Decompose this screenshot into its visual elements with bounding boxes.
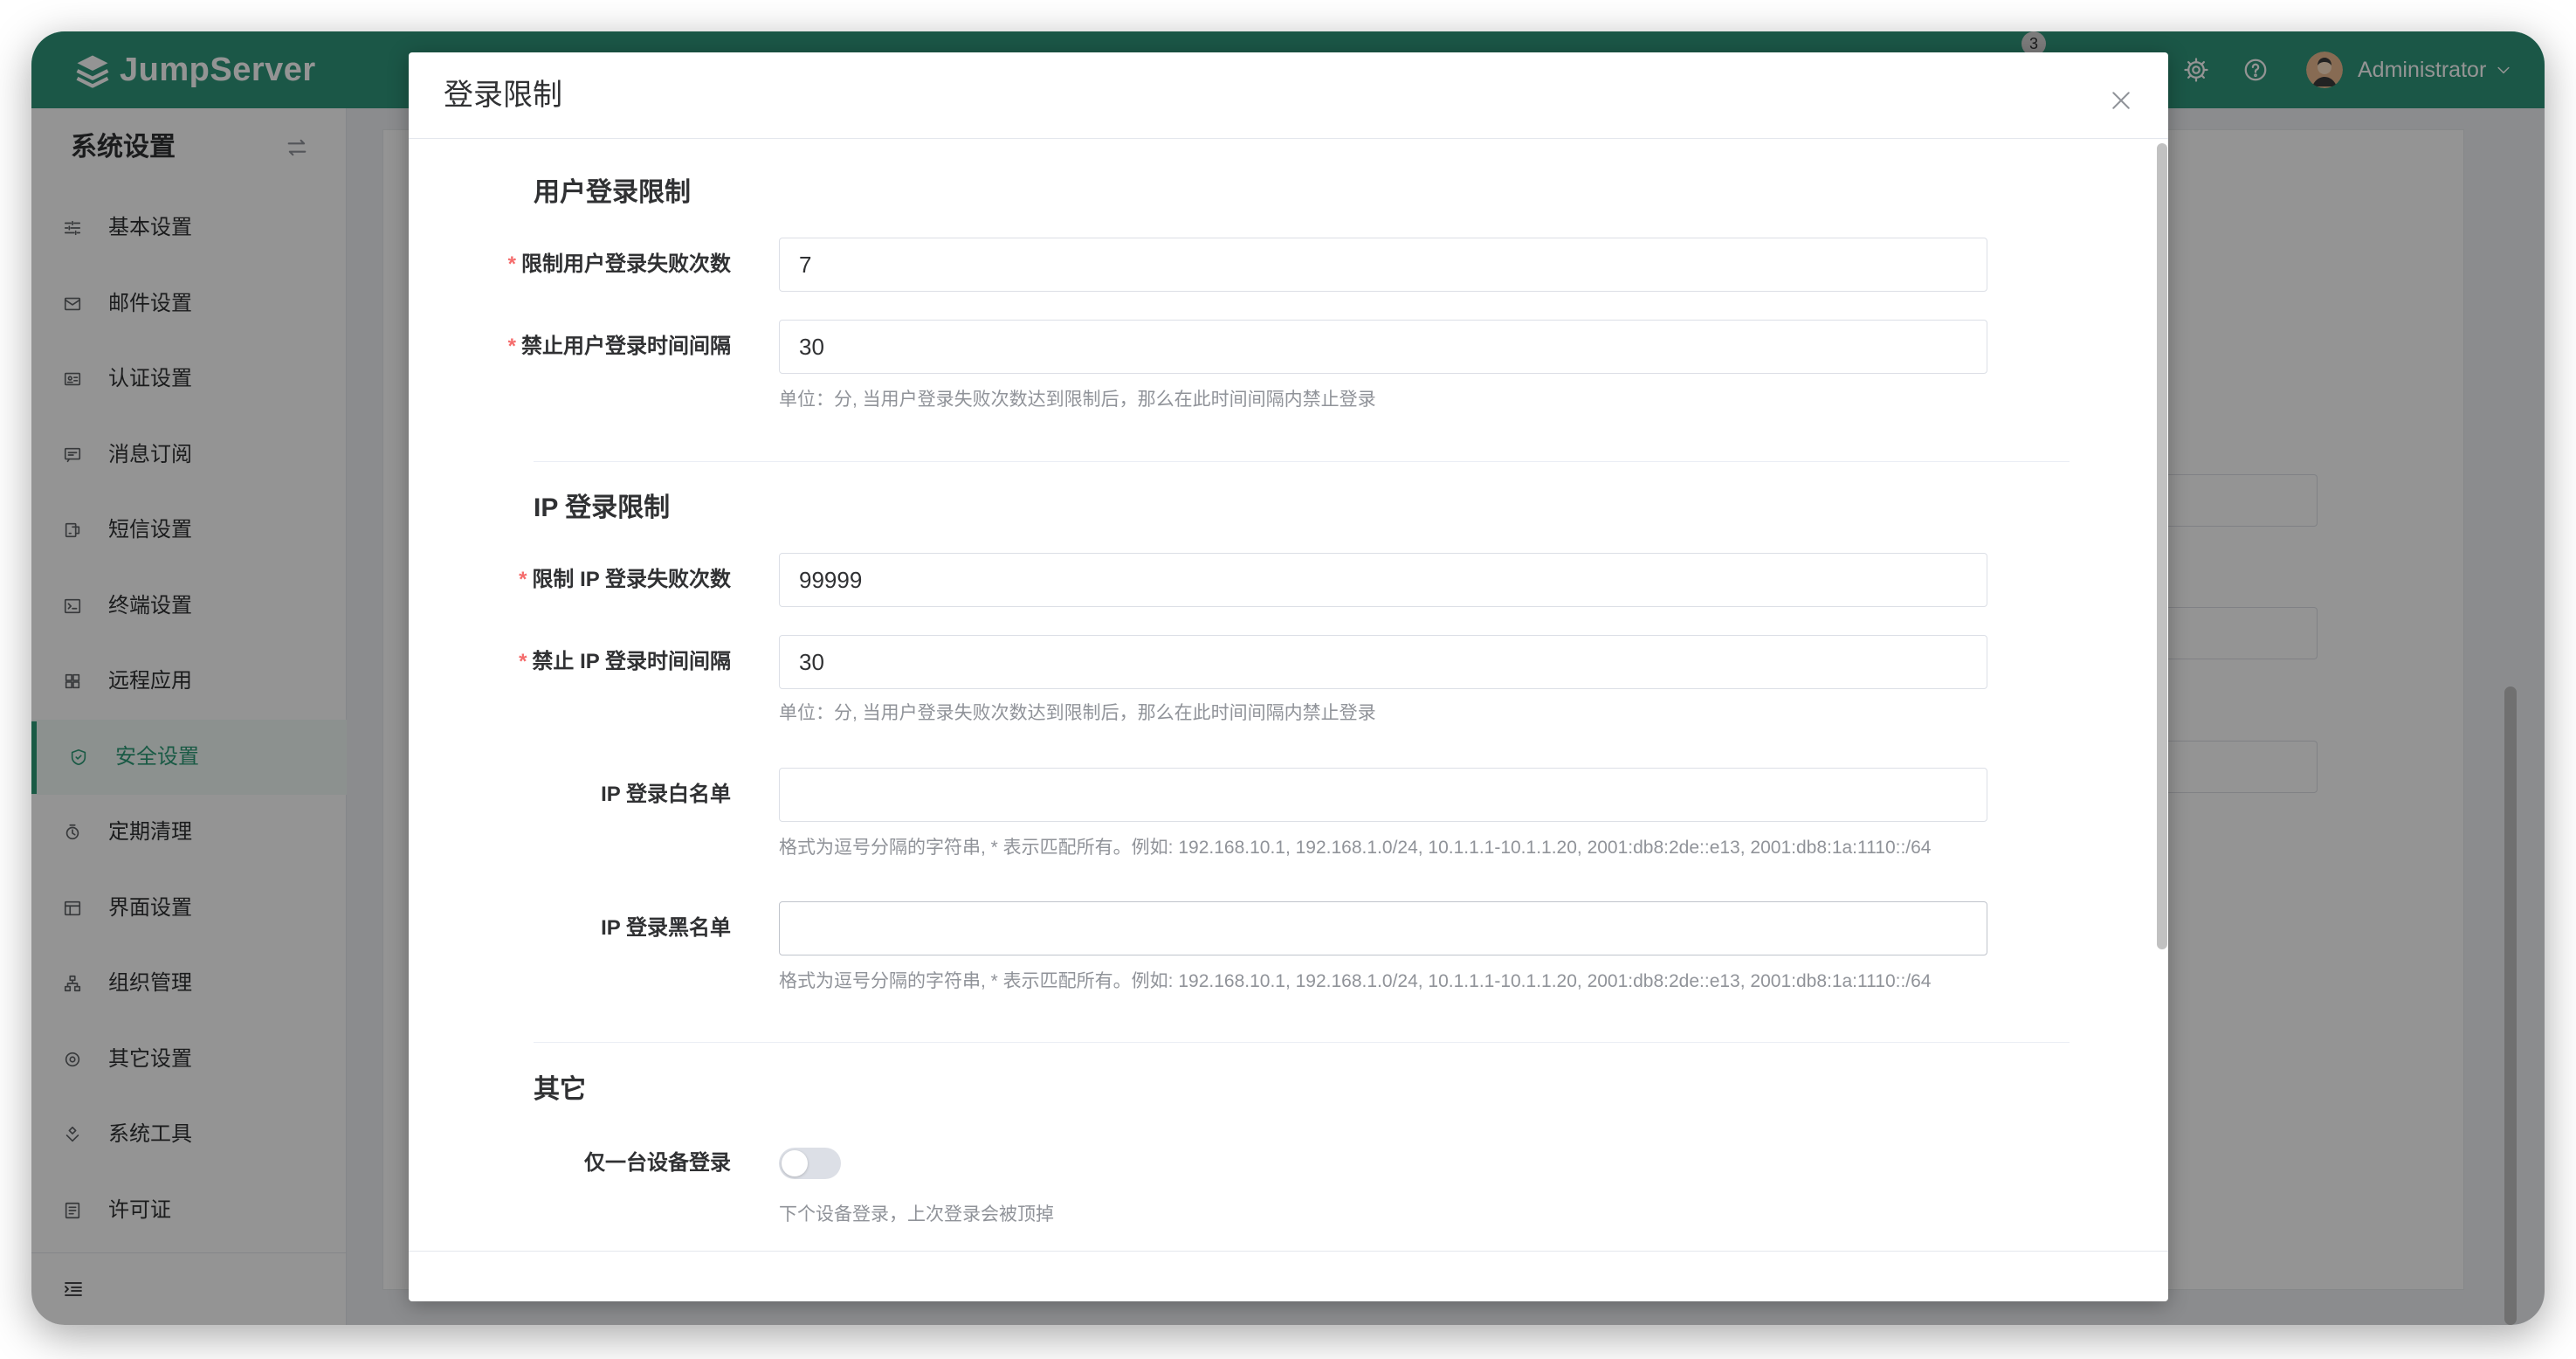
dialog-title: 登录限制	[444, 79, 562, 112]
required-mark: *	[507, 252, 516, 276]
ip-whitelist-label: IP 登录白名单	[601, 783, 731, 806]
ip-blacklist-label: IP 登录黑名单	[601, 916, 731, 940]
user-block-interval-help: 单位：分, 当用户登录失败次数达到限制后，那么在此时间间隔内禁止登录	[779, 390, 1376, 410]
close-icon[interactable]	[2108, 87, 2134, 114]
login-limit-dialog: 登录限制 用户登录限制 *限制用户登录失败次数 *禁止用户登录时间间隔 单位：分…	[409, 52, 2168, 1301]
single-device-help: 下个设备登录，上次登录会被顶掉	[779, 1204, 1054, 1224]
ip-whitelist-help: 格式为逗号分隔的字符串, * 表示匹配所有。例如: 192.168.10.1, …	[779, 838, 1932, 858]
ip-blacklist-input[interactable]	[779, 901, 1987, 955]
ip-block-interval-input[interactable]	[779, 635, 1987, 689]
dialog-footer	[409, 1251, 2168, 1301]
single-device-label: 仅一台设备登录	[584, 1151, 731, 1175]
section-title-other: 其它	[534, 1075, 586, 1104]
dialog-scrollbar[interactable]	[2157, 143, 2167, 949]
label-text: 禁止用户登录时间间隔	[521, 335, 731, 358]
toggle-knob	[782, 1150, 808, 1176]
ip-block-interval-label: * 禁止 IP 登录时间间隔	[444, 635, 731, 689]
required-mark: *	[519, 650, 527, 673]
user-block-interval-input[interactable]	[779, 320, 1987, 374]
section-divider	[534, 461, 2070, 462]
section-title-user-login: 用户登录限制	[534, 178, 691, 207]
user-block-interval-label: * 禁止用户登录时间间隔	[444, 320, 731, 374]
single-device-toggle[interactable]	[779, 1148, 841, 1179]
app-window: JumpServer 3 Administrator 系统设置 基本设置 邮件设…	[31, 31, 2545, 1325]
label-text: 禁止 IP 登录时间间隔	[532, 650, 731, 673]
section-divider	[534, 1042, 2070, 1043]
required-mark: *	[507, 335, 516, 358]
ip-blacklist-help: 格式为逗号分隔的字符串, * 表示匹配所有。例如: 192.168.10.1, …	[779, 971, 1932, 991]
user-fail-limit-label: * 限制用户登录失败次数	[444, 238, 731, 292]
user-fail-limit-input[interactable]	[779, 238, 1987, 292]
required-mark: *	[519, 568, 527, 591]
ip-fail-limit-label: * 限制 IP 登录失败次数	[444, 553, 731, 607]
ip-fail-limit-input[interactable]	[779, 553, 1987, 607]
section-title-ip-login: IP 登录限制	[534, 493, 671, 522]
ip-block-interval-help: 单位：分, 当用户登录失败次数达到限制后，那么在此时间间隔内禁止登录	[779, 703, 1376, 723]
dialog-body: 用户登录限制 *限制用户登录失败次数 *禁止用户登录时间间隔 单位：分, 当用户…	[409, 139, 2168, 1251]
ip-whitelist-input[interactable]	[779, 768, 1987, 822]
dialog-header: 登录限制	[409, 52, 2168, 139]
label-text: 限制 IP 登录失败次数	[532, 568, 731, 591]
label-text: 限制用户登录失败次数	[521, 252, 731, 276]
